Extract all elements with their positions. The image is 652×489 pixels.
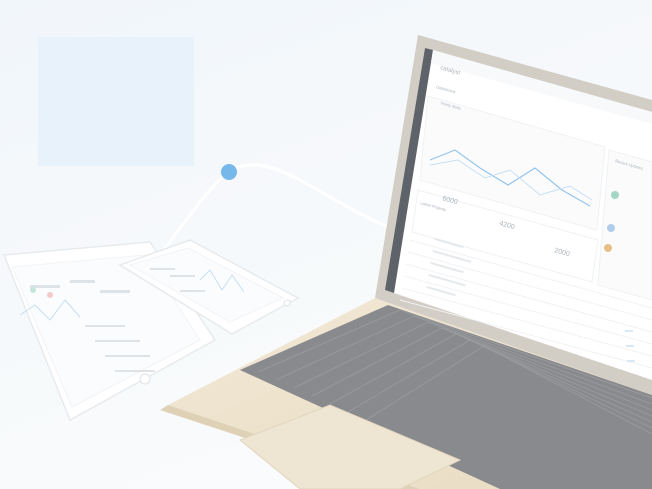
device-mockup-scene: catalyst Dashboard Yearly Stats Recent U… [0, 0, 652, 489]
fade-overlay [0, 0, 652, 489]
